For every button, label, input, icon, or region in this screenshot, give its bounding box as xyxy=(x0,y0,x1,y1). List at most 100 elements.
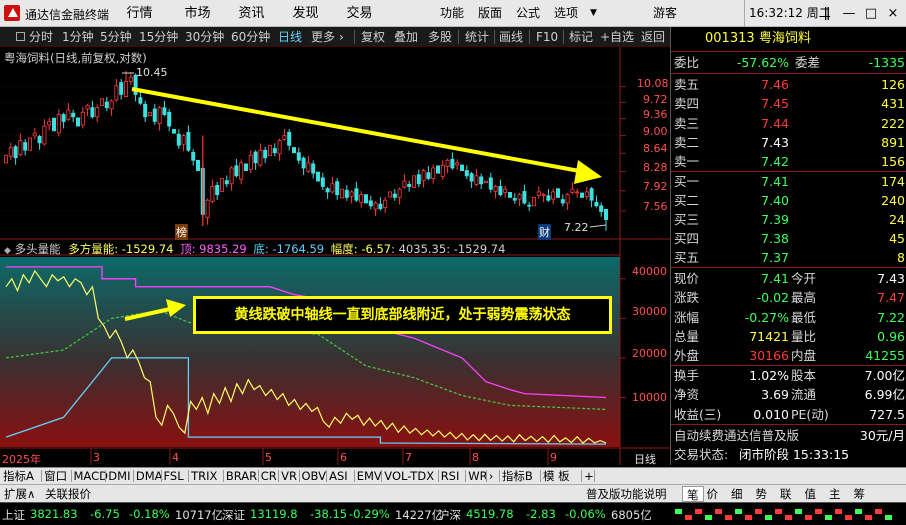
price-tick: 7.56 xyxy=(643,200,668,213)
indicator-tab-4[interactable]: DMA xyxy=(136,468,163,484)
candle-body xyxy=(426,172,431,179)
index-field[interactable]: 上证 xyxy=(2,507,25,523)
side-tab-1[interactable]: 价 xyxy=(707,486,719,502)
period-15min[interactable]: 15分钟 xyxy=(139,27,178,47)
candle-body xyxy=(224,180,229,185)
close-button[interactable]: × xyxy=(882,0,904,27)
candle-body xyxy=(325,188,330,193)
menu-options[interactable]: 选项 xyxy=(554,0,578,27)
menu-discover[interactable]: 发现 xyxy=(278,0,333,27)
side-tab-6[interactable]: 主 xyxy=(829,486,841,502)
stat-cell: 内盘 xyxy=(791,348,817,364)
market-breadth-marker xyxy=(695,509,702,514)
index-field: -0.18% xyxy=(129,507,170,521)
maximize-button[interactable]: □ xyxy=(860,0,882,27)
candle-body xyxy=(527,204,532,207)
index-field: -0.29% xyxy=(349,507,390,521)
tool-stats[interactable]: 统计 xyxy=(465,27,489,47)
badge-finance[interactable]: 财 xyxy=(538,224,551,240)
period-30min[interactable]: 30分钟 xyxy=(185,27,224,47)
promo-row[interactable]: 自动续费通达信普及版 30元/月 xyxy=(671,426,906,445)
indicator-tab-11[interactable]: ASI xyxy=(329,468,348,484)
indicator-tab-7[interactable]: BRAR xyxy=(226,468,257,484)
period-5min[interactable]: 5分钟 xyxy=(100,27,132,47)
tool-f10[interactable]: F10 xyxy=(536,27,558,47)
ask-row[interactable]: 卖二 7.43 891 xyxy=(671,133,906,152)
indicator-tab-18[interactable]: 模 板 xyxy=(543,468,570,484)
promo-link[interactable]: 自动续费通达信普及版 xyxy=(674,426,799,445)
indicator-tab-5[interactable]: FSL xyxy=(164,468,184,484)
tool-mark[interactable]: 标记 xyxy=(569,27,593,47)
secondary-bar: 扩展∧ 关联报价 普及版功能说明 笔价细势联值主筹 xyxy=(0,484,906,502)
side-tab-2[interactable]: 细 xyxy=(731,486,743,502)
side-tab-0[interactable]: 笔 xyxy=(682,486,704,502)
stat-cell: 最低 xyxy=(791,309,817,325)
period-more[interactable]: 更多 xyxy=(311,27,335,47)
bid-row[interactable]: 买一 7.41 174 xyxy=(671,172,906,191)
edition-help-link[interactable]: 普及版功能说明 xyxy=(586,486,667,502)
period-1min[interactable]: 1分钟 xyxy=(62,27,94,47)
indicator-tab-0[interactable]: 指标A xyxy=(3,468,34,484)
tool-multi[interactable]: 多股 xyxy=(428,27,452,47)
bid-row[interactable]: 买二 7.40 240 xyxy=(671,191,906,210)
period-intraday[interactable]: 分时 xyxy=(29,27,53,47)
tool-draw[interactable]: 画线 xyxy=(499,27,523,47)
side-tab-5[interactable]: 值 xyxy=(805,486,817,502)
indicator-tab-6[interactable]: TRIX xyxy=(191,468,217,484)
checkbox-icon[interactable] xyxy=(16,32,25,41)
linked-quotes-button[interactable]: 关联报价 xyxy=(45,486,91,502)
side-tab-4[interactable]: 联 xyxy=(780,486,792,502)
tool-adjust[interactable]: 复权 xyxy=(361,27,385,47)
menu-news[interactable]: 资讯 xyxy=(224,0,279,27)
indicator-tab-2[interactable]: MACD xyxy=(74,468,108,484)
indicator-tab-3[interactable]: DMI xyxy=(108,468,130,484)
bid-row[interactable]: 买三 7.39 24 xyxy=(671,210,906,229)
minimize-button[interactable]: — xyxy=(838,0,860,27)
stat-cell: 现价 xyxy=(674,271,700,286)
side-tab-7[interactable]: 筹 xyxy=(854,486,866,502)
period-daily[interactable]: 日线 xyxy=(278,27,302,47)
ask-row[interactable]: 卖四 7.45 431 xyxy=(671,94,906,113)
menu-function[interactable]: 功能 xyxy=(440,0,464,27)
index-field[interactable]: 沪深 xyxy=(438,507,461,523)
weibi-row: 委比 -57.62% 委差 -1335 xyxy=(671,53,906,72)
menu-layout[interactable]: 版面 xyxy=(478,0,502,27)
side-tab-3[interactable]: 势 xyxy=(756,486,768,502)
tool-add-watchlist[interactable]: +自选 xyxy=(600,27,634,47)
indicator-tab-8[interactable]: CR xyxy=(261,468,277,484)
period-60min[interactable]: 60分钟 xyxy=(231,27,270,47)
ask-row[interactable]: 卖五 7.46 126 xyxy=(671,75,906,94)
indicator-tab-13[interactable]: VOL-TDX xyxy=(384,468,434,484)
indicator-tab-16[interactable]: › xyxy=(489,468,494,484)
tool-overlay[interactable]: 叠加 xyxy=(394,27,418,47)
ask-row[interactable]: 卖三 7.44 222 xyxy=(671,114,906,133)
bid-row[interactable]: 买五 7.37 8 xyxy=(671,248,906,267)
candle-body xyxy=(421,170,426,181)
indicator-tab-1[interactable]: 窗口 xyxy=(44,468,67,484)
indicator-tab-19[interactable]: + xyxy=(584,468,594,484)
divider xyxy=(494,30,495,44)
indicator-tab-17[interactable]: 指标B xyxy=(502,468,533,484)
indicator-collapse-icon[interactable]: ◆ xyxy=(4,246,11,256)
more-chevron-icon[interactable]: › xyxy=(339,27,344,47)
user-label[interactable]: 游客 xyxy=(653,0,677,27)
ask-row[interactable]: 卖一 7.42 156 xyxy=(671,152,906,171)
tool-back[interactable]: 返回 xyxy=(641,27,665,47)
row-price: 7.39 xyxy=(761,212,789,227)
menu-market[interactable]: 市场 xyxy=(170,0,225,27)
indicator-tab-10[interactable]: OBV xyxy=(302,468,326,484)
menu-quotes[interactable]: 行情 xyxy=(112,0,167,27)
menu-trade[interactable]: 交易 xyxy=(332,0,387,27)
candle-body xyxy=(363,194,368,204)
bid-row[interactable]: 买四 7.38 45 xyxy=(671,229,906,248)
expand-button[interactable]: 扩展∧ xyxy=(4,486,35,502)
pin-icon[interactable]: ǁ xyxy=(816,0,838,27)
badge-list[interactable]: 榜 xyxy=(175,224,188,240)
dropdown-arrow-icon[interactable]: ▼ xyxy=(590,0,597,27)
menu-formula[interactable]: 公式 xyxy=(516,0,540,27)
indicator-tab-14[interactable]: RSI xyxy=(441,468,460,484)
indicator-tab-12[interactable]: EMV xyxy=(357,468,382,484)
index-field[interactable]: 深证 xyxy=(222,507,245,523)
indicator-tab-9[interactable]: VR xyxy=(281,468,297,484)
chart-area[interactable]: 粤海饲料(日线,前复权,对数) 10.45 7.22 榜 财 10.08 9.7… xyxy=(0,47,670,466)
